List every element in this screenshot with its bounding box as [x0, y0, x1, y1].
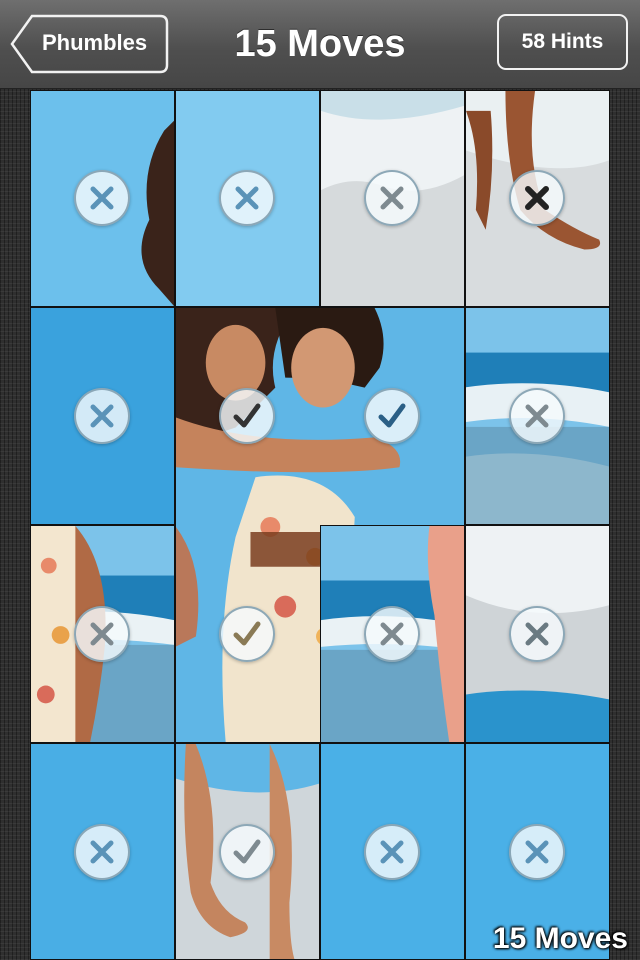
cross-icon — [235, 186, 259, 210]
check-icon — [233, 839, 261, 864]
cross-icon — [525, 186, 549, 210]
cross-icon — [380, 622, 404, 646]
wrong-position-marker — [74, 606, 130, 662]
wrong-position-marker — [509, 388, 565, 444]
wrong-position-marker — [74, 388, 130, 444]
wrong-position-marker — [364, 606, 420, 662]
cross-icon — [90, 186, 114, 210]
cross-icon — [525, 404, 549, 428]
wrong-position-marker — [74, 824, 130, 880]
cross-icon — [380, 840, 404, 864]
wrong-position-marker — [509, 824, 565, 880]
selected-wrong-marker — [509, 170, 565, 226]
cross-icon — [90, 622, 114, 646]
wrong-position-marker — [219, 170, 275, 226]
puzzle-board — [30, 90, 610, 960]
wrong-position-marker — [509, 606, 565, 662]
cross-icon — [525, 840, 549, 864]
hints-button[interactable]: 58 Hints — [497, 14, 628, 70]
wrong-position-marker — [74, 170, 130, 226]
move-counter-title: 15 Moves — [234, 23, 406, 65]
cross-icon — [525, 622, 549, 646]
correct-position-marker — [219, 606, 275, 662]
correct-position-marker — [364, 388, 420, 444]
wrong-position-marker — [364, 170, 420, 226]
check-icon — [378, 403, 406, 428]
wrong-position-marker — [364, 824, 420, 880]
moves-overlay-label: 15 Moves — [492, 922, 628, 955]
correct-position-marker — [219, 824, 275, 880]
correct-position-marker — [219, 388, 275, 444]
back-button-label: Phumbles — [42, 30, 148, 55]
cross-icon — [380, 186, 404, 210]
check-icon — [233, 621, 261, 646]
cross-icon — [90, 840, 114, 864]
check-icon — [233, 403, 261, 428]
back-button[interactable]: Phumbles — [10, 14, 169, 74]
navigation-bar: Phumbles 15 Moves 58 Hints — [0, 0, 640, 89]
cross-icon — [90, 404, 114, 428]
